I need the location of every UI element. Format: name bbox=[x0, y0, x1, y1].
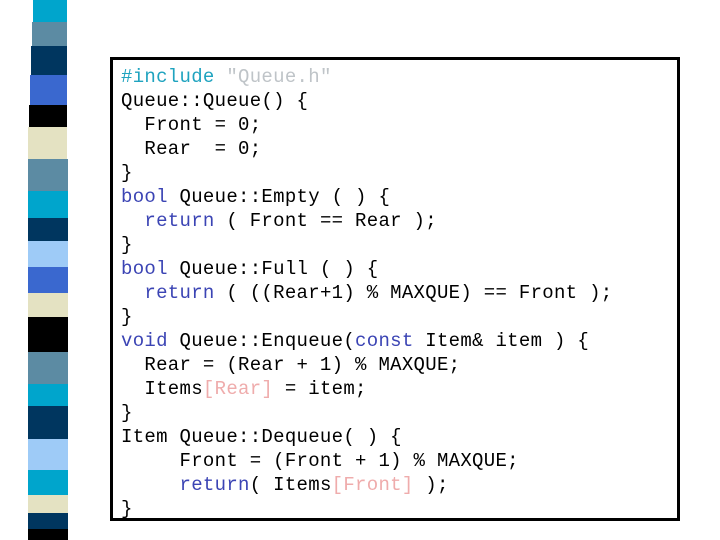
decor-stripe bbox=[28, 384, 68, 406]
code-line: Rear = (Rear + 1) % MAXQUE; bbox=[121, 353, 613, 377]
decor-stripe bbox=[28, 191, 68, 218]
code-line: void Queue::Enqueue(const Item& item ) { bbox=[121, 329, 613, 353]
code-line: Rear = 0; bbox=[121, 137, 613, 161]
code-token: #include bbox=[121, 66, 215, 88]
code-token: Queue::Empty ( ) { bbox=[167, 186, 391, 208]
code-listing-box: #include "Queue.h" Queue::Queue() { Front… bbox=[110, 57, 680, 521]
decor-stripe bbox=[32, 22, 67, 46]
code-listing: #include "Queue.h" Queue::Queue() { Front… bbox=[121, 65, 613, 521]
code-token: ( ((Rear+1) % MAXQUE) == Front ); bbox=[214, 282, 613, 304]
code-line: bool Queue::Empty ( ) { bbox=[121, 185, 613, 209]
code-line: } bbox=[121, 161, 613, 185]
code-token: return bbox=[144, 210, 215, 232]
decor-stripe bbox=[28, 218, 68, 241]
code-line: } bbox=[121, 233, 613, 257]
decor-stripe bbox=[28, 495, 68, 513]
code-token: Rear = 0; bbox=[121, 138, 262, 160]
decor-stripe bbox=[28, 439, 68, 470]
decor-stripe bbox=[33, 0, 67, 22]
code-token: bool bbox=[121, 258, 168, 280]
decor-stripe bbox=[28, 159, 68, 191]
decor-stripe bbox=[30, 75, 67, 105]
code-token: } bbox=[121, 402, 133, 424]
code-line: Queue::Queue() { bbox=[121, 89, 613, 113]
code-token: } bbox=[121, 498, 133, 520]
decor-stripe bbox=[31, 46, 67, 75]
code-token: Item Queue::Dequeue( ) { bbox=[121, 426, 402, 448]
code-token: [Front] bbox=[331, 474, 414, 496]
code-token: Item& item ) { bbox=[413, 330, 590, 352]
code-token: const bbox=[355, 330, 414, 352]
code-line: bool Queue::Full ( ) { bbox=[121, 257, 613, 281]
decor-stripe bbox=[28, 352, 68, 384]
decor-stripe bbox=[28, 267, 68, 293]
code-token: [Rear] bbox=[202, 378, 274, 400]
code-line: return ( Front == Rear ); bbox=[121, 209, 613, 233]
decor-stripe bbox=[28, 470, 68, 495]
code-token: Rear = (Rear + 1) % MAXQUE; bbox=[121, 354, 461, 376]
decor-stripe bbox=[28, 241, 68, 267]
slide-canvas: #include "Queue.h" Queue::Queue() { Front… bbox=[0, 0, 720, 540]
code-token: void bbox=[121, 330, 168, 352]
code-token: Queue::Enqueue( bbox=[167, 330, 356, 352]
decor-stripe bbox=[28, 293, 68, 317]
code-token: ( Front == Rear ); bbox=[214, 210, 437, 232]
code-token: } bbox=[121, 234, 133, 256]
code-token: Queue::Queue() { bbox=[121, 90, 309, 112]
code-line: #include "Queue.h" bbox=[121, 65, 613, 89]
code-line: return ( ((Rear+1) % MAXQUE) == Front ); bbox=[121, 281, 613, 305]
code-token: return bbox=[179, 474, 250, 496]
code-token: Queue::Full ( ) { bbox=[167, 258, 379, 280]
code-token: ( Items bbox=[249, 474, 332, 496]
code-token: } bbox=[121, 306, 133, 328]
decor-stripe bbox=[28, 529, 68, 540]
decor-stripe bbox=[28, 317, 68, 352]
decor-stripe bbox=[28, 406, 68, 439]
code-token: = item; bbox=[273, 378, 367, 400]
code-line: return( Items[Front] ); bbox=[121, 473, 613, 497]
code-token: Front = (Front + 1) % MAXQUE; bbox=[121, 450, 519, 472]
code-line: } bbox=[121, 497, 613, 521]
code-line: Front = 0; bbox=[121, 113, 613, 137]
code-token: ); bbox=[413, 474, 449, 496]
decor-stripe bbox=[28, 127, 67, 159]
code-token: return bbox=[144, 282, 215, 304]
code-line: Items[Rear] = item; bbox=[121, 377, 613, 401]
code-token: } bbox=[121, 162, 133, 184]
decor-stripe bbox=[29, 105, 67, 127]
code-token: "Queue.h" bbox=[226, 66, 332, 88]
code-token: bool bbox=[121, 186, 168, 208]
decor-stripe bbox=[28, 513, 68, 529]
left-color-stripe-column bbox=[0, 0, 90, 540]
code-token: Front = 0; bbox=[121, 114, 262, 136]
code-line: Front = (Front + 1) % MAXQUE; bbox=[121, 449, 613, 473]
code-token: Items bbox=[121, 378, 203, 400]
code-line: Item Queue::Dequeue( ) { bbox=[121, 425, 613, 449]
code-line: } bbox=[121, 401, 613, 425]
code-line: } bbox=[121, 305, 613, 329]
